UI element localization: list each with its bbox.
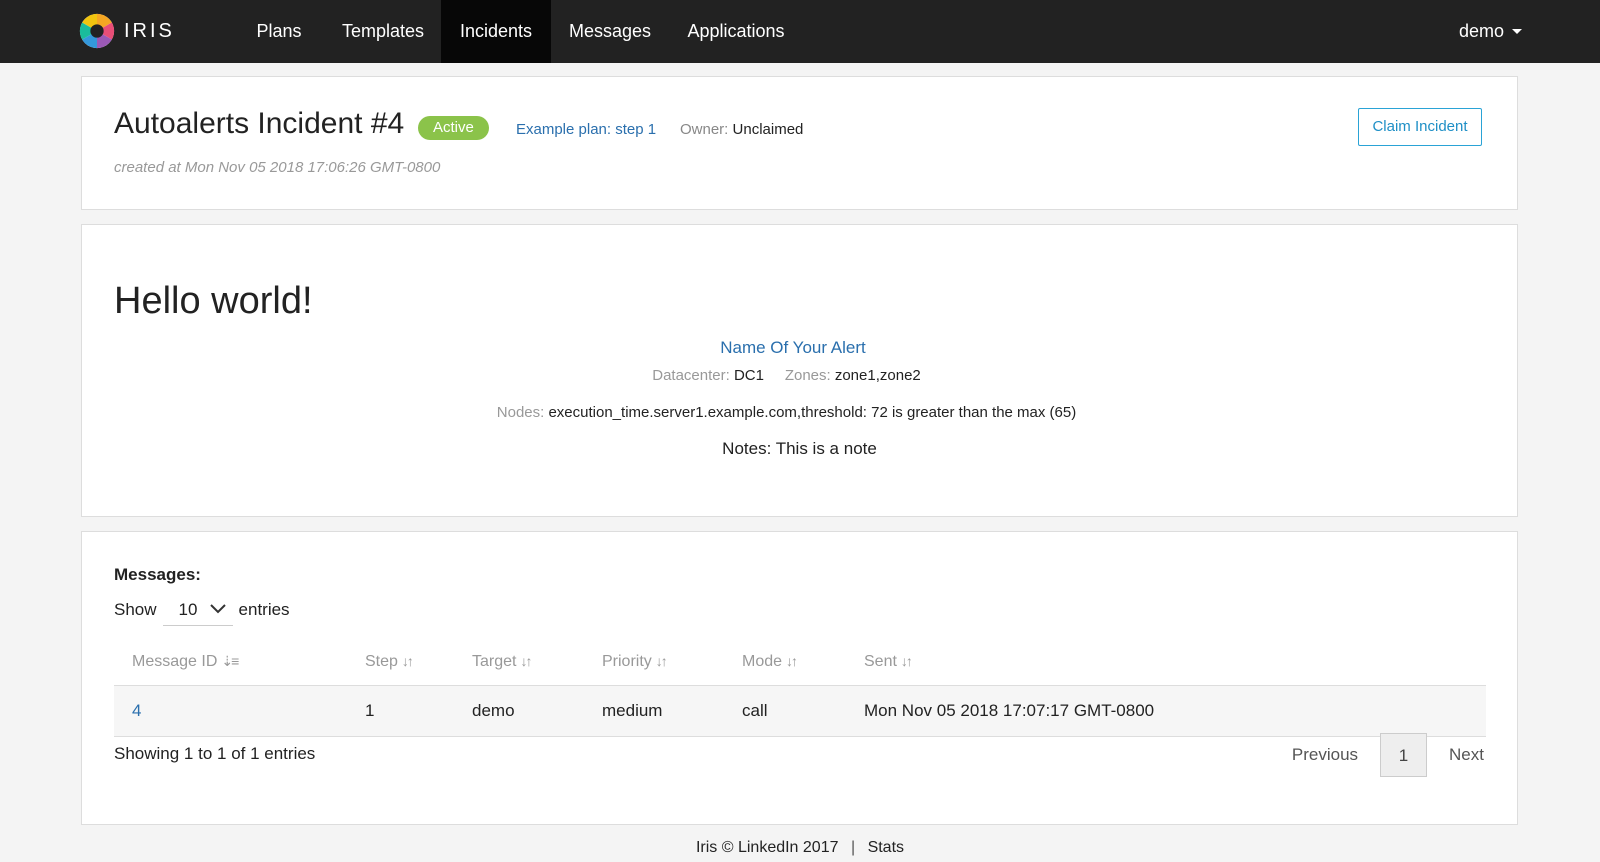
pagination-previous[interactable]: Previous <box>1292 745 1358 765</box>
nodes-line: Nodes: execution_time.server1.example.co… <box>69 404 1504 421</box>
col-target[interactable]: Target ↓↑ <box>472 636 532 686</box>
pagination: Previous 1 Next <box>1292 733 1484 777</box>
footer-copyright: Iris © LinkedIn 2017 <box>695 839 839 856</box>
cell-sent: Mon Nov 05 2018 17:07:17 GMT-0800 <box>864 701 1155 720</box>
messages-heading: Messages: <box>114 565 201 584</box>
cell-priority: medium <box>602 701 663 720</box>
alert-name-link[interactable]: Name Of Your Alert <box>720 338 866 357</box>
nav-templates[interactable]: Templates <box>326 0 440 63</box>
page-length-control: Show 10 entries <box>114 594 290 626</box>
show-label: Show <box>114 600 157 619</box>
col-priority[interactable]: Priority ↓↑ <box>602 636 668 686</box>
zones-label: Zones: <box>784 367 831 384</box>
chevron-down-icon <box>209 600 227 620</box>
iris-logo-icon <box>78 12 116 50</box>
context-heading: Hello world! <box>114 280 313 322</box>
table-row[interactable]: 4 1 demo medium call Mon Nov 05 2018 17:… <box>114 686 1486 737</box>
plan-link[interactable]: Example plan: step 1 <box>516 121 656 138</box>
claim-incident-button[interactable]: Claim Incident <box>1358 108 1482 146</box>
datacenter-label: Datacenter: <box>652 367 730 384</box>
footer: Iris © LinkedIn 2017 | Stats <box>0 839 1600 857</box>
sort-icon: ↓↑ <box>655 653 668 669</box>
owner-label: Owner: <box>680 121 729 138</box>
incident-context-panel: Hello world! Name Of Your Alert Datacent… <box>81 224 1518 517</box>
entries-label: entries <box>238 600 290 619</box>
nav-messages[interactable]: Messages <box>552 0 668 63</box>
sort-icon: ↓↑ <box>401 653 414 669</box>
sort-icon: ↓↑ <box>520 653 532 669</box>
footer-separator: | <box>850 839 856 856</box>
pagination-page-1[interactable]: 1 <box>1380 733 1428 777</box>
top-navbar: IRIS Plans Templates Incidents Messages … <box>0 0 1600 63</box>
col-sent[interactable]: Sent ↓↑ <box>864 636 913 686</box>
nav-applications[interactable]: Applications <box>676 0 796 63</box>
page-length-select[interactable]: 10 <box>162 594 233 626</box>
table-header: Message ID ⇣≡ Step ↓↑ Target ↓↑ Priority ↓↑ … <box>114 636 1486 686</box>
cell-target: demo <box>472 701 515 720</box>
message-id-link[interactable]: 4 <box>132 701 141 720</box>
created-timestamp: created at Mon Nov 05 2018 17:06:26 GMT-… <box>114 159 441 176</box>
datacenter-value: DC1 <box>733 367 764 384</box>
brand[interactable]: IRIS <box>78 12 175 50</box>
messages-table: Message ID ⇣≡ Step ↓↑ Target ↓↑ Priority ↓↑ … <box>114 636 1486 737</box>
col-mode[interactable]: Mode ↓↑ <box>742 636 798 686</box>
nav-incidents[interactable]: Incidents <box>441 0 551 63</box>
owner-value: Unclaimed <box>732 121 804 138</box>
cell-step: 1 <box>365 701 375 720</box>
messages-panel: Messages: Show 10 entries Message ID ⇣≡ S… <box>81 531 1518 825</box>
alert-name-row: Name Of Your Alert <box>82 338 1517 358</box>
caret-down-icon <box>1512 29 1522 34</box>
pagination-next[interactable]: Next <box>1449 745 1484 765</box>
stats-link[interactable]: Stats <box>868 839 904 856</box>
incident-title: Autoalerts Incident #4 <box>114 107 405 140</box>
notes-text: Notes: This is a note <box>722 439 877 458</box>
nav-plans[interactable]: Plans <box>240 0 318 63</box>
sort-desc-icon: ⇣≡ <box>221 653 239 669</box>
zones-value: zone1,zone2 <box>834 367 921 384</box>
status-badge: Active <box>418 116 489 140</box>
col-step[interactable]: Step ↓↑ <box>365 636 414 686</box>
nodes-label: Nodes: <box>496 404 545 421</box>
nodes-value: execution_time.server1.example.com,thres… <box>548 404 1077 421</box>
datacenter-zones-line: Datacenter: DC1 Zones: zone1,zone2 <box>69 367 1504 384</box>
user-menu[interactable]: demo <box>1459 0 1522 63</box>
incident-header-panel: Autoalerts Incident #4 Active Example pl… <box>81 76 1518 210</box>
brand-text: IRIS <box>124 19 175 42</box>
sort-icon: ↓↑ <box>900 653 913 669</box>
owner-info: Owner: Unclaimed <box>680 121 803 138</box>
table-info: Showing 1 to 1 of 1 entries <box>114 744 316 763</box>
col-message-id[interactable]: Message ID ⇣≡ <box>132 636 239 686</box>
page-length-value: 10 <box>178 599 198 619</box>
cell-mode: call <box>742 701 768 720</box>
user-name: demo <box>1458 21 1504 41</box>
sort-icon: ↓↑ <box>786 653 798 669</box>
